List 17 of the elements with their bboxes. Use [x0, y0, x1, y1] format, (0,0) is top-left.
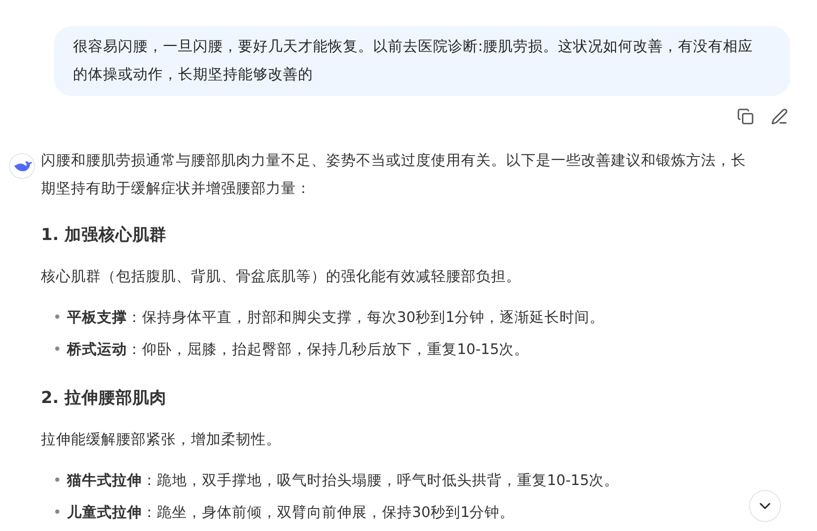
edit-icon[interactable]: [769, 106, 789, 126]
section-heading: 1. 加强核心肌群: [41, 224, 168, 246]
bullet-item: 猫牛式拉伸：跪地，双手撑地，吸气时抬头塌腰，呼气时低头拱背，重复10-15次。: [67, 472, 620, 491]
bullet-marker: •: [53, 341, 63, 360]
bullet-item: 桥式运动：仰卧，屈膝，抬起臀部，保持几秒后放下，重复10-15次。: [67, 340, 530, 360]
bullet-marker: •: [53, 472, 63, 491]
whale-avatar-icon: [9, 153, 35, 179]
answer-paragraph: 拉伸能缓解腰部紧张，增加柔韧性。: [41, 430, 282, 450]
bullet-item: 平板支撑：保持身体平直，肘部和脚尖支撑，每次30秒到1分钟，逐渐延长时间。: [67, 308, 605, 328]
bullet-item: 儿童式拉伸：跪坐，身体前倾，双臂向前伸展，保持30秒到1分钟。: [67, 503, 515, 523]
copy-icon[interactable]: [735, 106, 755, 126]
user-message: 很容易闪腰，一旦闪腰，要好几天才能恢复。以前去医院诊断:腰肌劳损。这状况如何改善，有没有相应的体操或动作，长期坚持能够改善的: [54, 26, 790, 96]
section-heading: 2. 拉伸腰部肌肉: [41, 387, 168, 409]
bullet-marker: •: [53, 309, 63, 328]
answer-paragraph: 核心肌群（包括腹肌、背肌、骨盆底肌等）的强化能有效减轻腰部负担。: [41, 268, 522, 287]
bullet-marker: •: [53, 504, 63, 523]
answer-paragraph: 闪腰和腰肌劳损通常与腰部肌肉力量不足、姿势不当或过度使用有关。以下是一些改善建议和锻炼方法，长期坚持有助于缓解症状并增强腰部力量：: [41, 152, 747, 199]
